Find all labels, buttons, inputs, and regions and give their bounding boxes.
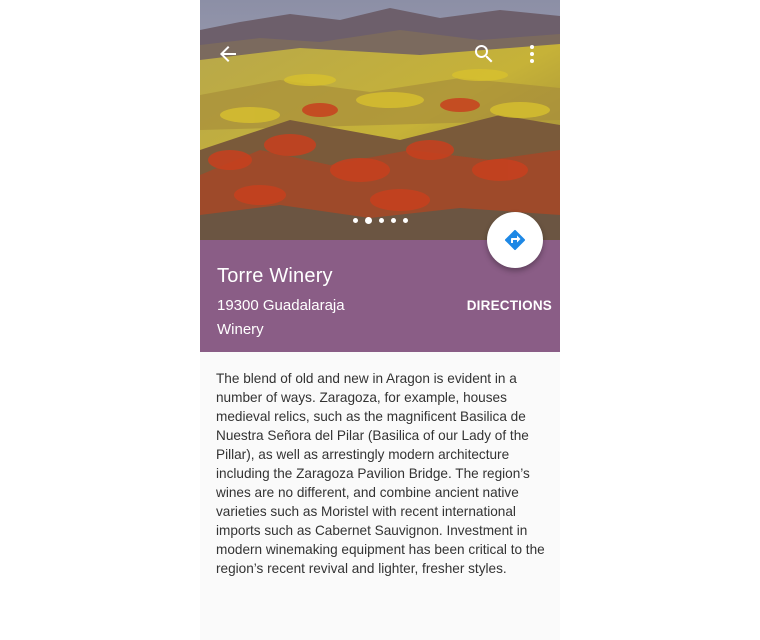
place-description: The blend of old and new in Aragon is ev… <box>216 371 545 576</box>
directions-icon <box>504 229 526 251</box>
more-vert-icon[interactable] <box>508 30 556 78</box>
place-address: 19300 Guadalaraja <box>217 297 345 314</box>
place-title: Torre Winery <box>217 265 333 287</box>
search-icon[interactable] <box>460 30 508 78</box>
directions-button[interactable]: DIRECTIONS <box>467 298 552 313</box>
arrow-back-icon[interactable] <box>204 30 252 78</box>
app-bar <box>200 30 560 78</box>
directions-fab[interactable] <box>487 212 543 268</box>
page-dot[interactable] <box>390 218 396 223</box>
place-category: Winery <box>217 321 264 338</box>
page-dot[interactable] <box>402 218 408 223</box>
page-dot[interactable] <box>378 218 384 223</box>
phone-screen: Torre Winery 19300 Guadalaraja Winery DI… <box>200 0 560 640</box>
page-dot-active[interactable] <box>364 217 372 224</box>
page-dot[interactable] <box>352 218 358 223</box>
